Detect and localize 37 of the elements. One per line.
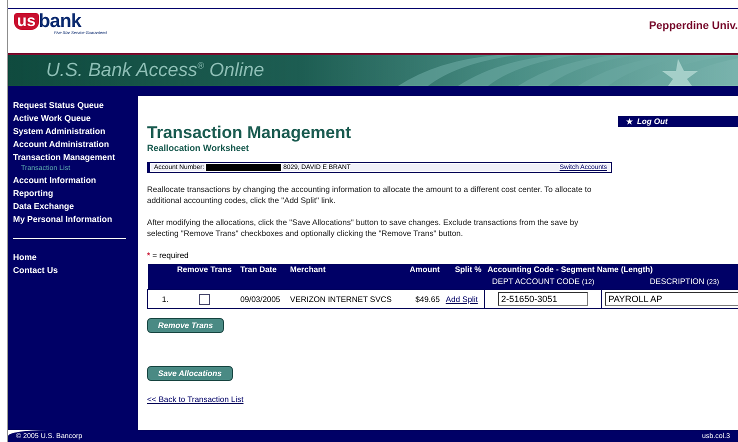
table-cell: $49.65 <box>404 290 443 308</box>
page-title: Transaction Management <box>147 124 352 142</box>
instruction-text: Reallocate transactions by changing the accounting information to allocate the amount to a different cost center. To allocate to additional accounting codes, click the "Add Split" link. <box>147 184 592 206</box>
column-header: Amount <box>404 264 443 290</box>
input-field[interactable]: PAYROLL AP <box>605 292 738 306</box>
nav-link[interactable]: Data Exchange <box>13 200 74 213</box>
column-header: Split % <box>442 264 484 290</box>
nav-link[interactable]: Reporting <box>13 187 54 200</box>
column-header: Accounting Code - Segment Name (Length) <box>484 264 738 276</box>
required-mark: * <box>147 251 150 260</box>
nav-link[interactable]: Home <box>13 251 37 264</box>
remove-checkbox[interactable] <box>198 294 210 304</box>
nav-link[interactable]: Account Administration <box>13 138 110 151</box>
instruction-text: After modifying the allocations, click the "Save Allocations" button to save changes. Exclude transactions from the save by selecting "Remove Trans" checkboxes and optionally clicking the "Remove Trans" button. <box>147 217 580 239</box>
required-note: = required <box>152 251 189 260</box>
add-split-link[interactable]: Add Split <box>446 294 478 304</box>
remove-trans-button[interactable]: Remove Trans <box>147 318 224 333</box>
column-header: Remove Trans <box>172 264 238 290</box>
banner-title: U.S. Bank Access$^{®}$ Online <box>46 60 264 82</box>
organization-name: Pepperdine Univ. <box>648 20 738 32</box>
back-link[interactable]: << Back to Transaction List <box>147 395 244 404</box>
star-icon <box>626 118 633 125</box>
table-cell: VERIZON INTERNET SVCS <box>287 290 404 308</box>
save-allocations-button[interactable]: Save Allocations <box>147 366 233 381</box>
nav-link[interactable]: Contact Us <box>13 264 58 277</box>
column-header: Tran Date <box>237 264 288 290</box>
column-header: Merchant <box>287 264 404 290</box>
nav-link[interactable]: Request Status Queue <box>13 99 104 112</box>
input-field[interactable]: 2-51650-3051 <box>498 292 588 306</box>
nav-link[interactable]: Transaction Management <box>13 151 116 164</box>
nav-link[interactable]: Active Work Queue <box>13 112 91 125</box>
nav-link[interactable]: Account Information <box>13 174 96 187</box>
nav-link[interactable]: My Personal Information <box>13 213 112 226</box>
table-cell: 09/03/2005 <box>237 290 288 308</box>
page-subtitle: Reallocation Worksheet <box>147 143 250 153</box>
row-number: 1. <box>148 290 172 308</box>
nav-link[interactable]: System Administration <box>13 125 106 138</box>
